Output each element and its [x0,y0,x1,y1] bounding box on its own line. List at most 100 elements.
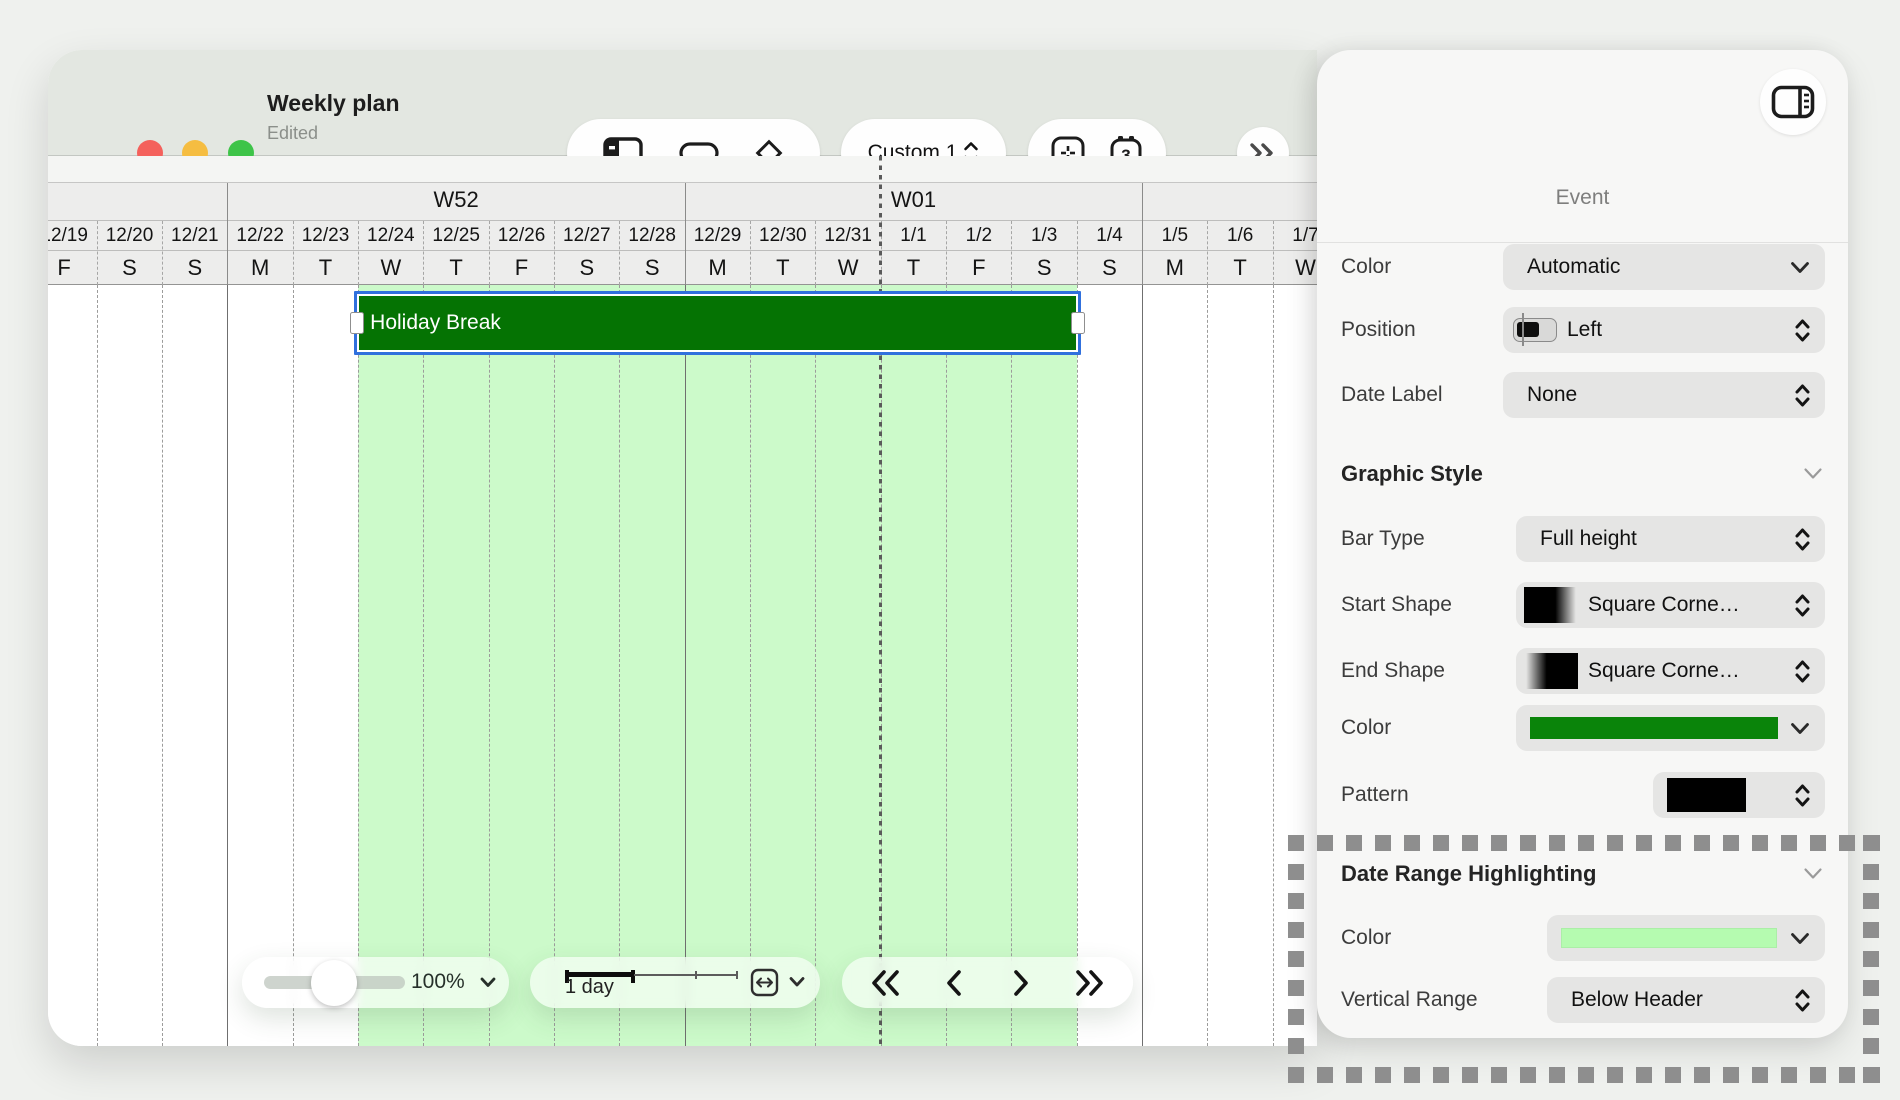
light-green-swatch [1561,928,1777,948]
start-shape-swatch [1524,587,1578,623]
time-scale-dropdown[interactable] [788,976,806,988]
day-label: F [515,255,528,281]
event-bar-fill: Holiday Break [359,296,1076,350]
zoom-slider-thumb[interactable] [311,960,357,1006]
fit-width-icon[interactable] [750,968,779,997]
setting-control-color[interactable] [1516,705,1825,751]
chevron-down-icon [1789,932,1811,945]
day-grid-line [97,285,98,1046]
panel-divider [1317,242,1848,243]
day-label: W [1295,255,1316,281]
main-window: Weekly plan Edited Custom 1 [48,50,1317,1046]
setting-control-end-shape[interactable]: Square Corne… [1516,648,1825,694]
updown-chevrons-icon [1794,526,1811,553]
day-boundary-line [1273,221,1274,285]
day-label: M [251,255,269,281]
day-label: S [1102,255,1117,281]
zoom-level-dropdown[interactable]: 100% [411,970,497,994]
day-boundary-line [97,221,98,285]
date-label: 12/27 [563,225,611,247]
week-grid-line [1142,285,1143,1046]
setting-label: Vertical Range [1341,988,1478,1012]
day-grid-line [1273,285,1274,1046]
setting-control-pattern[interactable] [1653,772,1825,818]
day-grid-line [619,285,620,1046]
day-grid-line [815,285,816,1046]
section-collapse-button[interactable] [1802,467,1824,480]
section-collapse-button[interactable] [1802,867,1824,880]
setting-label: Pattern [1341,783,1409,807]
date-label: 12/28 [628,225,676,247]
day-grid-line [358,285,359,1046]
stepper-chevrons-icon [1794,592,1811,619]
end-shape-swatch [1524,653,1578,689]
day-label: S [1037,255,1052,281]
step-back-button[interactable] [930,959,978,1007]
setting-value: Full height [1540,527,1637,551]
event-resize-handle-left[interactable] [350,312,364,334]
day-label: M [708,255,726,281]
week-grid-line [685,285,686,1046]
chevron-down-icon [1789,722,1811,735]
setting-control-color[interactable] [1547,915,1825,961]
inspector-panel: Event ColorAutomaticPositionLeftDate Lab… [1317,50,1848,1038]
jump-far-back-button[interactable] [862,959,910,1007]
date-label: 12/24 [367,225,415,247]
updown-chevrons-icon [1794,382,1811,409]
day-boundary-line [1077,221,1078,285]
day-boundary-line [293,221,294,285]
day-label: F [972,255,985,281]
date-label: 1/1 [900,225,926,247]
day-grid-line [750,285,751,1046]
chevron-down-icon [1789,932,1811,945]
toggle-inspector-button[interactable] [1760,69,1826,135]
week-grid-line [227,285,228,1046]
day-label: T [907,255,920,281]
day-grid-line [946,285,947,1046]
setting-control-bar-type[interactable]: Full height [1516,516,1825,562]
position-left-icon [1513,318,1557,342]
day-boundary-line [162,221,163,285]
double-chevron-right-icon [1073,969,1105,997]
date-label: 12/23 [302,225,350,247]
setting-value: Below Header [1571,988,1703,1012]
zoom-level-value: 100% [411,970,465,993]
setting-control-color[interactable]: Automatic [1503,244,1825,290]
week-boundary-line [227,183,228,285]
setting-value: Square Corne… [1588,593,1740,617]
setting-control-position[interactable]: Left [1503,307,1825,353]
titlebar: Weekly plan Edited Custom 1 [48,50,1317,156]
setting-value: Left [1567,318,1602,342]
setting-value: None [1527,383,1577,407]
day-label: S [187,255,202,281]
day-label: T [319,255,332,281]
week-label: W01 [891,187,936,213]
setting-control-date-label[interactable]: None [1503,372,1825,418]
setting-label: Color [1341,716,1391,740]
step-forward-button[interactable] [997,959,1045,1007]
chevron-down-icon [479,976,497,988]
chevron-down-icon [1789,722,1811,735]
setting-control-vertical-range[interactable]: Below Header [1547,977,1825,1023]
screenshot-root: Weekly plan Edited Custom 1 [0,0,1900,1100]
event-resize-handle-right[interactable] [1071,312,1085,334]
time-scale-pill: 1 day [530,957,820,1008]
date-label: 12/25 [432,225,480,247]
day-boundary-line [619,221,620,285]
date-label: 1/6 [1227,225,1253,247]
chevron-down-icon [1789,261,1811,274]
date-label: 1/7 [1292,225,1317,247]
setting-control-start-shape[interactable]: Square Corne… [1516,582,1825,628]
day-boundary-line [358,221,359,285]
day-grid-line [162,285,163,1046]
day-grid-line [489,285,490,1046]
jump-far-forward-button[interactable] [1065,959,1113,1007]
setting-value: Square Corne… [1588,659,1740,683]
date-label: 12/21 [171,225,219,247]
chevron-down-icon [1802,867,1824,880]
chevron-down-icon [1789,261,1811,274]
section-title: Date Range Highlighting [1341,861,1596,887]
timeline-day-row [48,251,1317,285]
event-bar[interactable]: Holiday Break [354,291,1081,355]
stepper-chevrons-icon [1794,782,1811,809]
